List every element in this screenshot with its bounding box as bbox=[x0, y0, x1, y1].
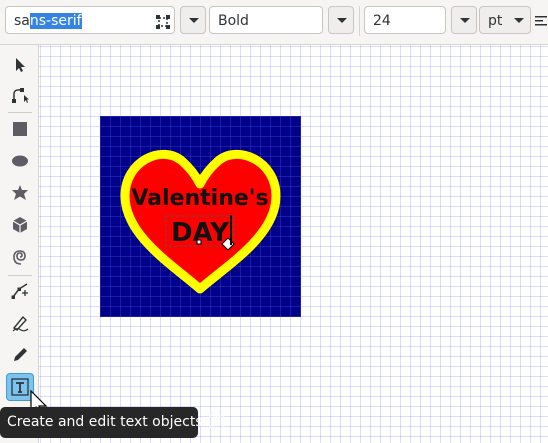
text-tool-icon bbox=[11, 378, 29, 396]
font-collections-icon[interactable] bbox=[156, 15, 170, 29]
font-style-field[interactable]: Bold bbox=[209, 6, 323, 34]
unit-value: pt bbox=[488, 13, 503, 29]
tooltip-text: Create and edit text objects (T) bbox=[7, 414, 227, 430]
font-family-field[interactable]: sans-serif bbox=[5, 6, 175, 34]
font-size-dropdown-button[interactable] bbox=[451, 6, 477, 34]
spiral-icon bbox=[13, 250, 26, 265]
text-handle[interactable] bbox=[196, 239, 202, 245]
pencil-icon bbox=[14, 348, 27, 361]
unit-select[interactable]: pt bbox=[479, 6, 531, 34]
selector-tool[interactable] bbox=[6, 51, 34, 79]
toolbox bbox=[0, 45, 39, 443]
star-tool[interactable] bbox=[6, 179, 34, 207]
text-toolbar: sans-serif Bold 24 pt bbox=[0, 0, 548, 45]
spiral-tool[interactable] bbox=[6, 243, 34, 271]
rectangle-icon bbox=[13, 122, 27, 136]
3d-box-tool[interactable] bbox=[6, 211, 34, 239]
font-size-value: 24 bbox=[373, 13, 391, 29]
drawing-canvas[interactable]: Valentine's DAY bbox=[39, 45, 548, 443]
valentine-drawing[interactable]: Valentine's DAY bbox=[100, 116, 301, 317]
ellipse-tool[interactable] bbox=[6, 147, 34, 175]
star-polygon-icon bbox=[12, 185, 28, 200]
text-align-icon[interactable] bbox=[535, 15, 547, 27]
font-family-dropdown-button[interactable] bbox=[180, 6, 206, 34]
calligraphy-icon bbox=[12, 315, 29, 332]
chevron-down-icon bbox=[514, 18, 524, 23]
font-style-value: Bold bbox=[218, 13, 249, 29]
bezier-pen-icon bbox=[11, 283, 28, 299]
ellipse-icon bbox=[12, 155, 28, 167]
node-tool[interactable] bbox=[6, 81, 34, 109]
arrow-pointer-icon bbox=[16, 58, 25, 72]
tooltip: Create and edit text objects (T) bbox=[0, 407, 227, 438]
calligraphy-tool[interactable] bbox=[6, 309, 34, 337]
toolbox-separator bbox=[8, 275, 32, 276]
3d-box-icon bbox=[12, 217, 28, 233]
font-family-value: sans-serif bbox=[14, 13, 82, 29]
pen-tool[interactable] bbox=[6, 277, 34, 305]
rectangle-tool[interactable] bbox=[6, 115, 34, 143]
node-edit-icon bbox=[12, 88, 29, 103]
font-family-selected-text: ns-serif bbox=[29, 13, 82, 29]
font-size-field[interactable]: 24 bbox=[364, 6, 446, 34]
pencil-tool[interactable] bbox=[6, 341, 34, 369]
text-cursor bbox=[230, 215, 232, 245]
valentines-text[interactable]: Valentine's bbox=[131, 186, 268, 211]
font-style-dropdown-button[interactable] bbox=[328, 6, 354, 34]
toolbox-separator bbox=[8, 112, 32, 113]
toolbar-separator bbox=[359, 6, 360, 36]
